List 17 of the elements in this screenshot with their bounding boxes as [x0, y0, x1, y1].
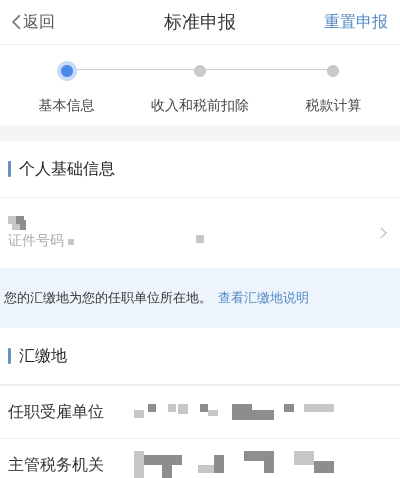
- section-marker: [8, 161, 11, 177]
- section-title: 汇缴地: [19, 346, 67, 366]
- page-title: 标准申报: [164, 11, 236, 34]
- section-title: 个人基础信息: [19, 158, 115, 180]
- chevron-icon: [380, 227, 388, 239]
- back-button[interactable]: 返回: [12, 12, 55, 32]
- step-label[interactable]: 基本信息: [38, 97, 95, 115]
- field-label: 主管税务机关: [8, 454, 104, 476]
- reset-link[interactable]: 重置申报: [324, 12, 388, 32]
- field-label: 任职受雇单位: [8, 402, 104, 422]
- section-marker: [8, 348, 11, 364]
- back-chevron-icon: [12, 14, 21, 30]
- redaction-mosaic: [8, 216, 28, 230]
- notice-text: 您的汇缴地为您的任职单位所在地。 查看汇缴地说明: [4, 290, 309, 307]
- id-label: 证件号码: [8, 232, 64, 250]
- step-label[interactable]: 收入和税前扣除: [150, 97, 249, 115]
- step-label[interactable]: 税款计算: [305, 97, 362, 115]
